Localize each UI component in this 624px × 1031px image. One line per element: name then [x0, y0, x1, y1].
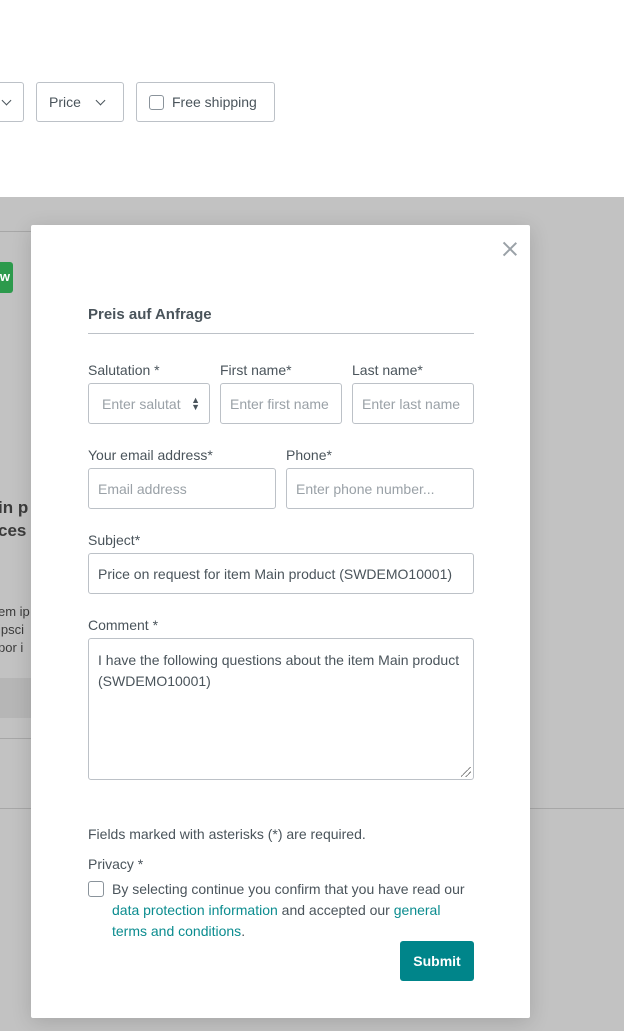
resize-handle-icon[interactable] — [461, 767, 471, 777]
badge: w — [0, 262, 13, 293]
description-line: ipsci — [0, 622, 25, 637]
sort-arrows-icon: ▲ ▼ — [191, 395, 200, 412]
free-shipping-label: Free shipping — [172, 94, 257, 110]
email-label: Your email address* — [88, 447, 213, 463]
salutation-select[interactable]: Enter salutat ▲ ▼ — [88, 383, 210, 424]
last-name-input[interactable]: Enter last name — [352, 383, 474, 424]
title-divider — [88, 333, 474, 334]
free-shipping-checkbox[interactable] — [149, 94, 164, 110]
page-header-area: Price Free shipping — [0, 0, 624, 197]
divider — [0, 231, 31, 232]
modal-title: Preis auf Anfrage — [88, 306, 212, 323]
comment-text: I have the following questions about the… — [98, 652, 460, 689]
privacy-text-part: . — [241, 923, 246, 939]
price-request-modal: Preis auf Anfrage Salutation * Enter sal… — [31, 225, 530, 1018]
privacy-checkbox[interactable] — [88, 881, 104, 897]
description-line: por i — [0, 640, 24, 655]
price-filter-dropdown[interactable]: Price — [36, 82, 124, 122]
chevron-down-icon — [95, 95, 106, 105]
comment-label: Comment * — [88, 617, 159, 633]
divider — [0, 738, 31, 739]
product-title-line: ces — [0, 521, 27, 540]
privacy-text-part: By selecting continue you confirm that y… — [112, 881, 465, 897]
subject-label: Subject* — [88, 532, 141, 548]
phone-label: Phone* — [286, 447, 332, 463]
background-bar — [0, 678, 31, 718]
privacy-text-part: and accepted our — [277, 902, 394, 918]
submit-button[interactable]: Submit — [400, 941, 474, 981]
subject-input[interactable]: Price on request for item Main product (… — [88, 553, 474, 594]
free-shipping-filter[interactable]: Free shipping — [136, 82, 275, 122]
filter-dropdown-partial[interactable] — [0, 82, 24, 122]
first-name-input[interactable]: Enter first name — [220, 383, 342, 424]
last-name-label: Last name* — [352, 362, 423, 378]
product-title-line: in p — [0, 498, 29, 517]
email-input[interactable]: Email address — [88, 468, 276, 509]
close-icon[interactable] — [500, 239, 520, 259]
salutation-placeholder: Enter salutat — [102, 395, 181, 412]
price-filter-label: Price — [49, 94, 81, 110]
salutation-label: Salutation * — [88, 362, 160, 378]
privacy-label: Privacy * — [88, 856, 144, 872]
comment-textarea[interactable]: I have the following questions about the… — [88, 638, 474, 780]
first-name-label: First name* — [220, 362, 292, 378]
data-protection-link[interactable]: data protection information — [112, 902, 278, 918]
phone-input[interactable]: Enter phone number... — [286, 468, 474, 509]
privacy-text: By selecting continue you confirm that y… — [112, 879, 474, 942]
chevron-down-icon — [1, 95, 12, 105]
description-line: em ip — [0, 604, 30, 619]
required-note: Fields marked with asterisks (*) are req… — [88, 826, 366, 842]
